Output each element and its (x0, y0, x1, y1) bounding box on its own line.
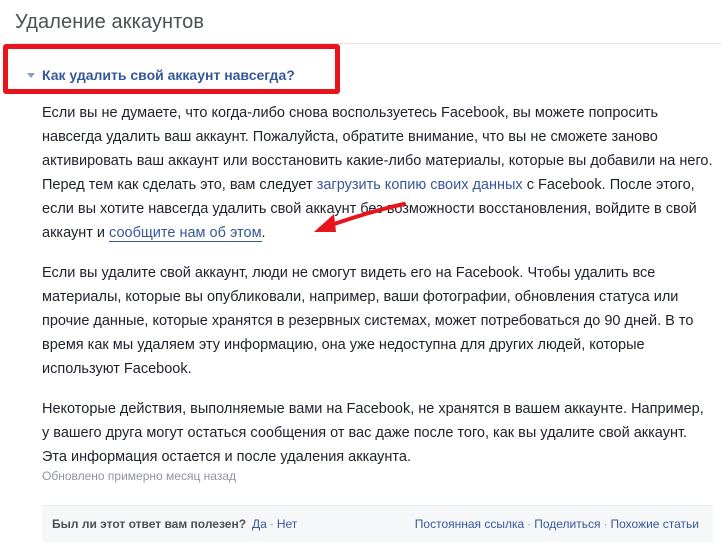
permalink-link[interactable]: Постоянная ссылка (415, 517, 524, 531)
paragraph-1-end: . (261, 225, 266, 241)
updated-timestamp: Обновлено примерно месяц назад (42, 469, 236, 483)
feedback-links: Постоянная ссылка · Поделиться · Похожие… (415, 506, 699, 542)
separator-dot: · (603, 517, 608, 531)
article-paragraph-3: Некоторые действия, выполняемые вами на … (42, 401, 704, 465)
question-header[interactable]: Как удалить свой аккаунт навсегда? (27, 67, 295, 83)
triangle-down-icon (27, 73, 35, 78)
separator-dot: · (269, 517, 274, 531)
red-arrow-annotation (314, 202, 406, 232)
arrow-head (314, 214, 336, 232)
feedback-bar: Был ли этот ответ вам полезен? Да · Нет … (42, 505, 713, 542)
download-data-link[interactable]: загрузить копию своих данных (317, 177, 523, 193)
tell-us-link[interactable]: сообщите нам об этом (109, 225, 262, 242)
article-paragraph-2: Если вы удалите свой аккаунт, люди не см… (42, 265, 694, 377)
related-articles-link[interactable]: Похожие статьи (610, 517, 699, 531)
feedback-no-link[interactable]: Нет (277, 517, 297, 531)
article-body: Если вы не думаете, что когда-либо снова… (42, 101, 714, 485)
question-title[interactable]: Как удалить свой аккаунт навсегда? (42, 67, 295, 83)
feedback-question: Был ли этот ответ вам полезен? (52, 517, 247, 531)
share-link[interactable]: Поделиться (534, 517, 600, 531)
feedback-yes-link[interactable]: Да (252, 517, 267, 531)
separator-dot: · (527, 517, 532, 531)
page-title: Удаление аккаунтов (15, 11, 205, 33)
